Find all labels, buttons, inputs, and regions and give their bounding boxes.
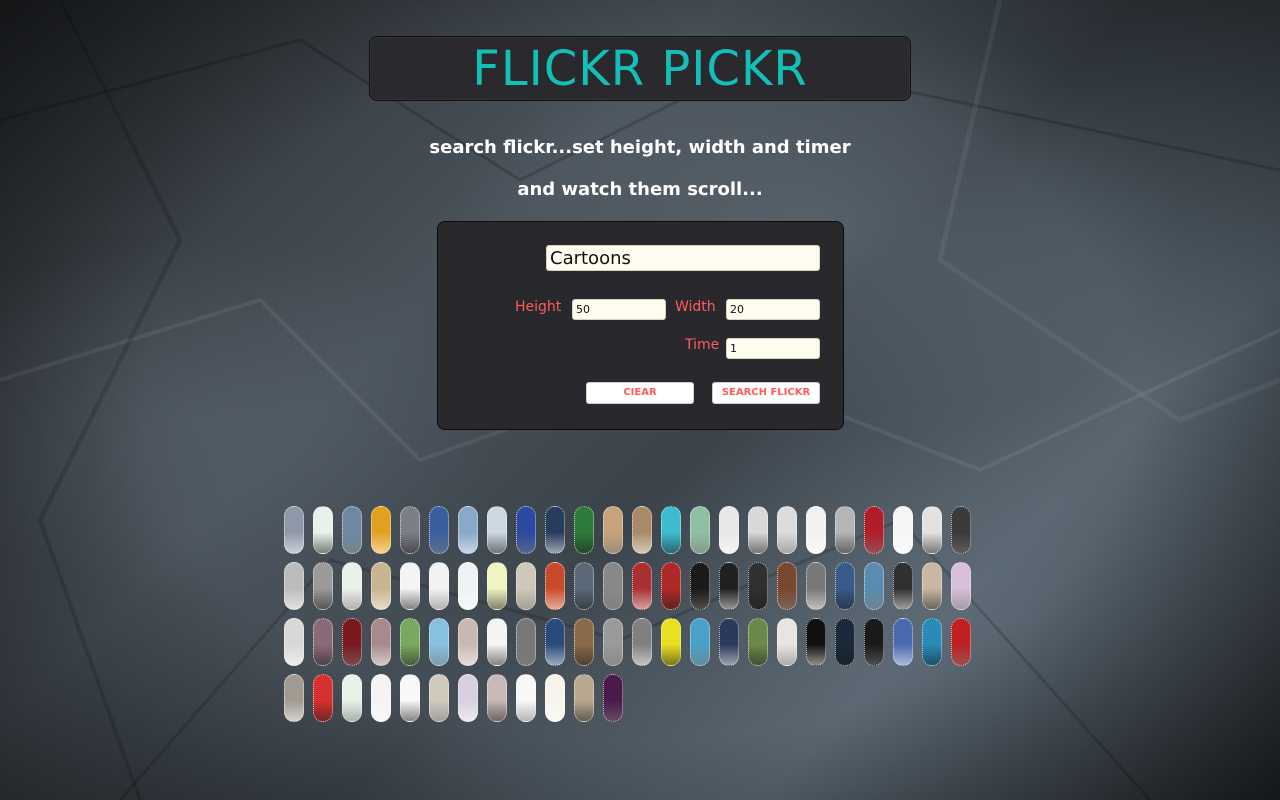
search-flickr-button[interactable]: SEARCH FLICKR	[712, 382, 820, 404]
gallery-thumbnail[interactable]	[690, 618, 710, 666]
gallery-thumbnail[interactable]	[400, 506, 420, 554]
gallery-thumbnail[interactable]	[603, 562, 623, 610]
gallery-thumbnail[interactable]	[429, 674, 449, 722]
gallery-thumbnail[interactable]	[632, 618, 652, 666]
gallery-thumbnail[interactable]	[893, 618, 913, 666]
gallery-thumbnail[interactable]	[400, 674, 420, 722]
gallery-thumbnail[interactable]	[313, 562, 333, 610]
gallery-thumbnail[interactable]	[458, 506, 478, 554]
height-input[interactable]	[572, 299, 666, 320]
gallery-thumbnail[interactable]	[313, 618, 333, 666]
gallery-thumbnail[interactable]	[400, 562, 420, 610]
gallery-thumbnail[interactable]	[284, 506, 304, 554]
width-input[interactable]	[726, 299, 820, 320]
gallery-thumbnail[interactable]	[951, 562, 971, 610]
gallery-thumbnail[interactable]	[719, 562, 739, 610]
gallery-thumbnail[interactable]	[574, 506, 594, 554]
gallery-thumbnail[interactable]	[516, 506, 536, 554]
gallery-thumbnail[interactable]	[864, 618, 884, 666]
gallery-thumbnail[interactable]	[342, 674, 362, 722]
gallery-thumbnail[interactable]	[777, 618, 797, 666]
gallery-thumbnail[interactable]	[661, 506, 681, 554]
gallery-thumbnail[interactable]	[777, 562, 797, 610]
app-title: FLICKR PICKR	[472, 40, 808, 97]
gallery-thumbnail[interactable]	[516, 618, 536, 666]
gallery-thumbnail[interactable]	[545, 618, 565, 666]
gallery-thumbnail[interactable]	[284, 674, 304, 722]
gallery-thumbnail[interactable]	[864, 506, 884, 554]
gallery-thumbnail[interactable]	[545, 562, 565, 610]
gallery-thumbnail[interactable]	[690, 562, 710, 610]
title-banner: FLICKR PICKR	[369, 36, 911, 101]
gallery-thumbnail[interactable]	[429, 618, 449, 666]
gallery-thumbnail[interactable]	[632, 506, 652, 554]
gallery-thumbnail[interactable]	[893, 506, 913, 554]
gallery-thumbnail[interactable]	[516, 562, 536, 610]
gallery-thumbnail[interactable]	[429, 562, 449, 610]
search-form: Height Width Time CIEAR SEARCH FLICKR	[437, 221, 844, 430]
gallery-thumbnail[interactable]	[806, 618, 826, 666]
gallery-thumbnail[interactable]	[342, 506, 362, 554]
width-label: Width	[675, 299, 716, 315]
gallery-thumbnail[interactable]	[748, 506, 768, 554]
gallery-thumbnail[interactable]	[458, 618, 478, 666]
gallery-thumbnail[interactable]	[835, 562, 855, 610]
gallery-thumbnail[interactable]	[545, 674, 565, 722]
gallery-thumbnail[interactable]	[487, 506, 507, 554]
search-input[interactable]	[546, 245, 820, 271]
gallery-thumbnail[interactable]	[864, 562, 884, 610]
gallery-thumbnail[interactable]	[487, 562, 507, 610]
gallery-thumbnail[interactable]	[603, 506, 623, 554]
gallery-thumbnail[interactable]	[806, 506, 826, 554]
gallery-thumbnail[interactable]	[313, 506, 333, 554]
time-input[interactable]	[726, 338, 820, 359]
tagline-line-2: and watch them scroll...	[517, 179, 763, 200]
gallery-thumbnail[interactable]	[719, 618, 739, 666]
gallery-thumbnail[interactable]	[371, 618, 391, 666]
gallery-thumbnail[interactable]	[371, 506, 391, 554]
gallery-thumbnail[interactable]	[922, 506, 942, 554]
gallery-thumbnail[interactable]	[574, 618, 594, 666]
gallery-thumbnail[interactable]	[545, 506, 565, 554]
gallery-thumbnail[interactable]	[661, 562, 681, 610]
gallery-thumbnail[interactable]	[922, 562, 942, 610]
gallery-thumbnail[interactable]	[922, 618, 942, 666]
gallery-thumbnail[interactable]	[835, 618, 855, 666]
gallery-thumbnail[interactable]	[777, 506, 797, 554]
gallery-thumbnail[interactable]	[429, 506, 449, 554]
gallery-thumbnail[interactable]	[458, 562, 478, 610]
gallery-thumbnail[interactable]	[719, 506, 739, 554]
gallery-thumbnail[interactable]	[661, 618, 681, 666]
gallery-thumbnail[interactable]	[835, 506, 855, 554]
gallery-thumbnail[interactable]	[458, 674, 478, 722]
gallery-thumbnail[interactable]	[487, 618, 507, 666]
gallery-thumbnail[interactable]	[748, 562, 768, 610]
gallery-thumbnail[interactable]	[342, 618, 362, 666]
gallery-thumbnail[interactable]	[748, 618, 768, 666]
time-label: Time	[685, 337, 720, 353]
gallery-thumbnail[interactable]	[284, 562, 304, 610]
gallery-thumbnail[interactable]	[400, 618, 420, 666]
gallery-thumbnail[interactable]	[951, 618, 971, 666]
gallery-thumbnail[interactable]	[893, 562, 913, 610]
gallery-thumbnail[interactable]	[951, 506, 971, 554]
gallery-thumbnail[interactable]	[690, 506, 710, 554]
gallery-thumbnail[interactable]	[574, 562, 594, 610]
tagline-line-1: search flickr...set height, width and ti…	[429, 137, 851, 158]
gallery-thumbnail[interactable]	[806, 562, 826, 610]
height-label: Height	[515, 299, 562, 315]
gallery-thumbnail[interactable]	[313, 674, 333, 722]
gallery-thumbnail[interactable]	[371, 562, 391, 610]
gallery-thumbnail[interactable]	[516, 674, 536, 722]
gallery-thumbnail[interactable]	[487, 674, 507, 722]
gallery-thumbnail[interactable]	[603, 618, 623, 666]
gallery-thumbnail[interactable]	[284, 618, 304, 666]
gallery-thumbnail[interactable]	[603, 674, 623, 722]
gallery-thumbnail[interactable]	[371, 674, 391, 722]
gallery-thumbnail[interactable]	[342, 562, 362, 610]
gallery-thumbnail[interactable]	[574, 674, 594, 722]
gallery-thumbnail[interactable]	[632, 562, 652, 610]
clear-button[interactable]: CIEAR	[586, 382, 694, 404]
